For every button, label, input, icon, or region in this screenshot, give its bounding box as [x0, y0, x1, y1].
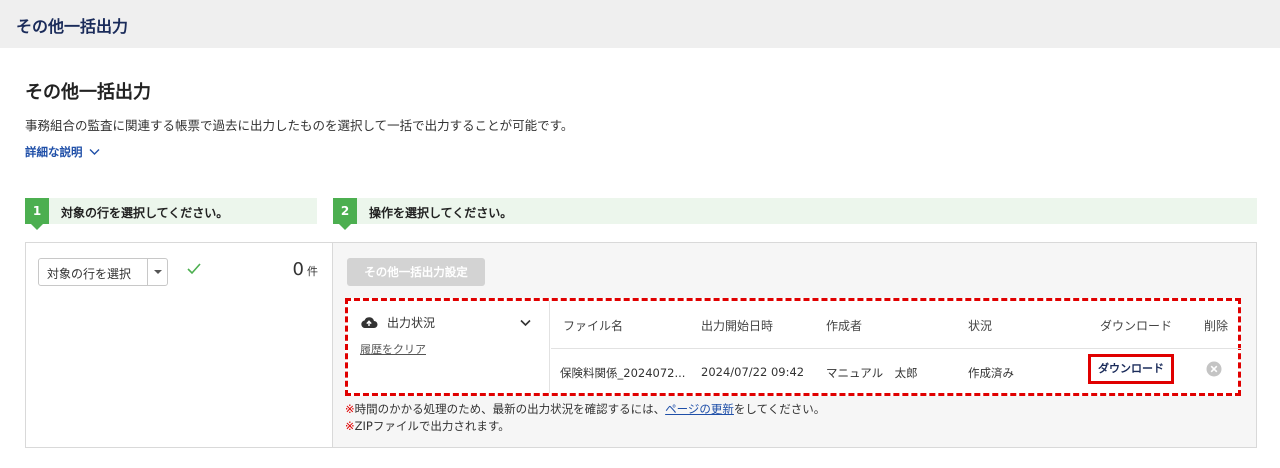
page-description: 事務組合の監査に関連する帳票で過去に出力したものを選択して一括で出力することが可… — [25, 118, 574, 133]
step-1-number: 1 — [25, 198, 49, 230]
check-icon — [187, 263, 201, 275]
chevron-down-icon — [89, 149, 99, 155]
row-file-name: 保険料関係_2024072... — [560, 366, 686, 380]
step-2-label: 操作を選択してください。 — [369, 206, 513, 220]
row-selection-panel: 対象の行を選択 0件 — [25, 242, 333, 448]
note-refresh-after: をしてください。 — [733, 402, 826, 416]
column-header-started-at: 出力開始日時 — [701, 319, 774, 333]
download-button[interactable]: ダウンロード — [1088, 354, 1174, 384]
step-2-header: 2 操作を選択してください。 — [333, 198, 1257, 230]
note-zip-text: ZIPファイルで出力されます。 — [354, 419, 510, 433]
output-status-header: 出力状況 履歴をクリア — [348, 301, 550, 393]
selected-count-value: 0 — [292, 259, 304, 280]
selected-count: 0件 — [293, 259, 318, 280]
column-header-file-name: ファイル名 — [563, 319, 624, 333]
column-header-delete: 削除 — [1204, 319, 1229, 333]
row-creator: マニュアル 太郎 — [826, 366, 918, 380]
output-status-title: 出力状況 — [387, 316, 436, 330]
row-state: 作成済み — [968, 366, 1014, 380]
top-bar-title: その他一括出力 — [16, 17, 129, 36]
selected-count-unit: 件 — [307, 265, 318, 278]
step-1-label: 対象の行を選択してください。 — [61, 206, 229, 220]
operation-panel: その他一括出力設定 出力状況 履歴をクリア ファイル名 出力開始日時 作成者 状… — [333, 242, 1257, 448]
row-select-label: 対象の行を選択 — [47, 267, 132, 281]
column-header-creator: 作成者 — [826, 319, 863, 333]
clear-history-link[interactable]: 履歴をクリア — [360, 341, 426, 357]
column-header-download: ダウンロード — [1100, 319, 1173, 333]
caret-down-icon[interactable] — [147, 259, 167, 285]
note-refresh: ※時間のかかる処理のため、最新の出力状況を確認するには、ページの更新をしてくださ… — [345, 401, 825, 417]
detail-link-label: 詳細な説明 — [25, 145, 83, 159]
detail-explanation-link[interactable]: 詳細な説明 — [25, 144, 100, 160]
chevron-down-icon[interactable] — [520, 319, 531, 327]
close-circle-icon[interactable] — [1206, 361, 1222, 377]
bulk-output-settings-button[interactable]: その他一括出力設定 — [347, 258, 485, 286]
step-1-header: 1 対象の行を選択してください。 — [25, 198, 317, 230]
note-mark: ※ — [345, 419, 355, 433]
step-2-number: 2 — [333, 198, 357, 230]
note-zip: ※ZIPファイルで出力されます。 — [345, 418, 510, 434]
column-header-state: 状況 — [968, 319, 993, 333]
row-select-dropdown[interactable]: 対象の行を選択 — [38, 258, 168, 286]
page-title: その他一括出力 — [25, 82, 151, 103]
row-started-at: 2024/07/22 09:42 — [701, 365, 805, 379]
top-bar: その他一括出力 — [0, 0, 1280, 48]
output-status-box: 出力状況 履歴をクリア ファイル名 出力開始日時 作成者 状況 ダウンロード 削… — [345, 298, 1241, 396]
note-mark: ※ — [345, 402, 355, 416]
page-refresh-link[interactable]: ページの更新 — [665, 402, 734, 416]
cloud-upload-icon — [361, 317, 378, 328]
table-divider — [551, 348, 1241, 349]
note-refresh-before: 時間のかかる処理のため、最新の出力状況を確認するには、 — [354, 402, 666, 416]
